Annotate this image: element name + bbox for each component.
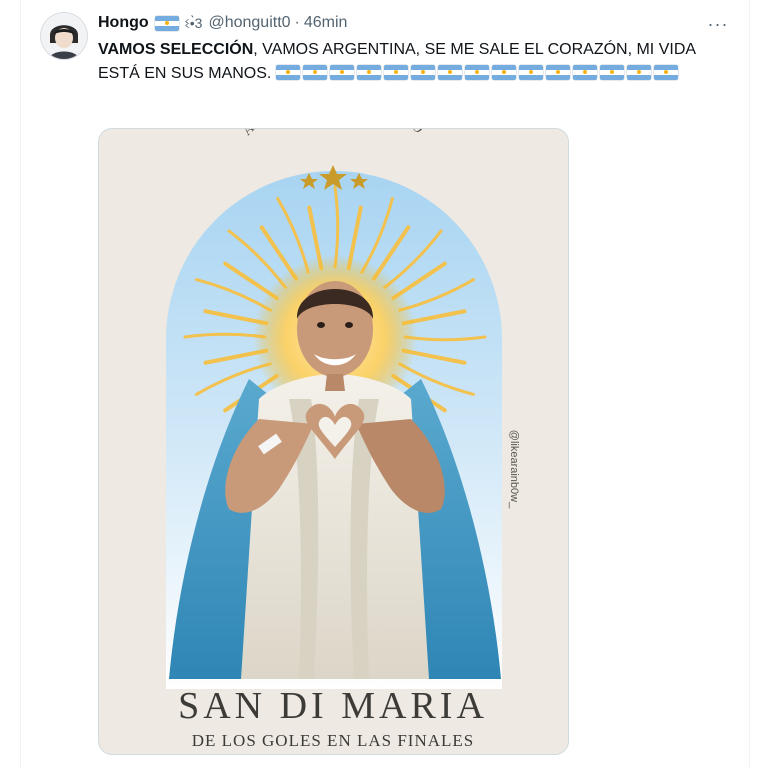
argentina-flag-icon [302, 64, 327, 80]
timeline-border-right [749, 0, 750, 768]
argentina-flag-icon [626, 64, 651, 80]
separator-dot: · [294, 14, 300, 31]
display-name[interactable]: Hongo [98, 14, 149, 32]
argentina-flag-icon [383, 64, 408, 80]
argentina-flag-icon [329, 64, 354, 80]
user-handle[interactable]: @honguitt0 [208, 14, 290, 32]
san-di-maria-illustration: ASÍ ESTABA ESCRITO @li [99, 129, 568, 754]
flag-emoji-row [275, 64, 681, 82]
tweet-text: VAMOS SELECCIÓN, VAMOS ARGENTINA, SE ME … [98, 38, 728, 86]
argentina-flag-icon [518, 64, 543, 80]
argentina-flag-icon [275, 64, 300, 80]
avatar[interactable] [40, 12, 88, 60]
tweet-text-bold: VAMOS SELECCIÓN [98, 41, 254, 58]
argentina-flag-icon [154, 15, 179, 31]
argentina-flag-icon [410, 64, 435, 80]
more-options-icon[interactable]: ··· [706, 12, 730, 36]
argentina-flag-icon [599, 64, 624, 80]
argentina-flag-icon [572, 64, 597, 80]
argentina-flag-icon [545, 64, 570, 80]
argentina-flag-icon [356, 64, 381, 80]
tweet-header: Hongo ଽ•̀3 @honguitt0 · 46min [98, 12, 347, 34]
tweet-media-image[interactable]: ASÍ ESTABA ESCRITO @li [98, 128, 569, 755]
argentina-flag-icon [491, 64, 516, 80]
watermark-text: @likearainb0w_ [508, 430, 520, 509]
image-subtitle: DE LOS GOLES EN LAS FINALES [192, 731, 474, 750]
name-emoji: ଽ•̀3 [184, 14, 203, 31]
timeline-border-left [20, 0, 21, 768]
argentina-flag-icon [437, 64, 462, 80]
image-title: SAN DI MARIA [178, 685, 488, 727]
timestamp[interactable]: 46min [304, 14, 348, 32]
argentina-flag-icon [464, 64, 489, 80]
avatar-image [41, 13, 87, 59]
argentina-flag-icon [653, 64, 678, 80]
